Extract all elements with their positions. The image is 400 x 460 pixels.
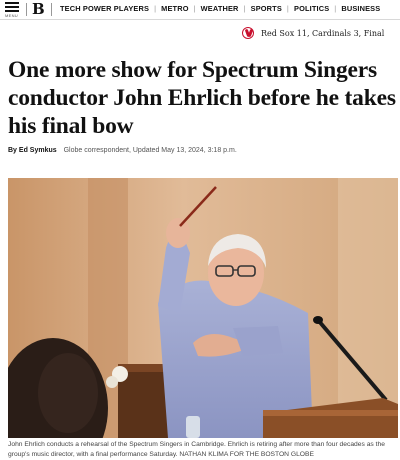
hamburger-icon-bar [5, 6, 19, 8]
menu-label: MENU [5, 13, 18, 18]
nav-item-business[interactable]: BUSINESS [341, 4, 380, 13]
nav-separator: | [334, 4, 337, 13]
menu-button[interactable]: MENU [5, 2, 19, 18]
header-divider [0, 19, 400, 20]
nav-item-tech-power-players[interactable]: TECH POWER PLAYERS [60, 4, 149, 13]
byline-meta: Globe correspondent, Updated May 13, 202… [63, 147, 237, 154]
boston-globe-logo[interactable]: B [32, 0, 45, 18]
top-navigation-bar: MENU B TECH POWER PLAYERS | METRO | WEAT… [0, 0, 400, 19]
nav-item-sports[interactable]: SPORTS [251, 4, 282, 13]
section-nav: TECH POWER PLAYERS | METRO | WEATHER | S… [60, 4, 380, 13]
article-headline: One more show for Spectrum Singers condu… [8, 57, 396, 139]
divider [51, 3, 52, 16]
nav-separator: | [286, 4, 289, 13]
lead-photo-illustration [8, 178, 398, 438]
nav-item-weather[interactable]: WEATHER [201, 4, 239, 13]
scoreboard-text: Red Sox 11, Cardinals 3, Final [261, 28, 385, 38]
photo-caption: John Ehrlich conducts a rehearsal of the… [8, 441, 385, 458]
nav-separator: | [193, 4, 196, 13]
nav-separator: | [154, 4, 157, 13]
nav-item-politics[interactable]: POLITICS [294, 4, 329, 13]
divider [26, 3, 27, 16]
scoreboard-ticker[interactable]: Red Sox 11, Cardinals 3, Final [242, 27, 384, 39]
nav-separator: | [243, 4, 246, 13]
red-sox-logo-icon [242, 27, 254, 39]
author-link[interactable]: Ed Symkus [19, 147, 57, 154]
lead-photo[interactable] [8, 178, 398, 438]
byline: By Ed Symkus Globe correspondent, Update… [8, 147, 237, 154]
hamburger-icon [5, 2, 19, 4]
nav-item-metro[interactable]: METRO [161, 4, 188, 13]
byline-prefix: By [8, 147, 17, 154]
hamburger-icon-bar [5, 10, 19, 12]
